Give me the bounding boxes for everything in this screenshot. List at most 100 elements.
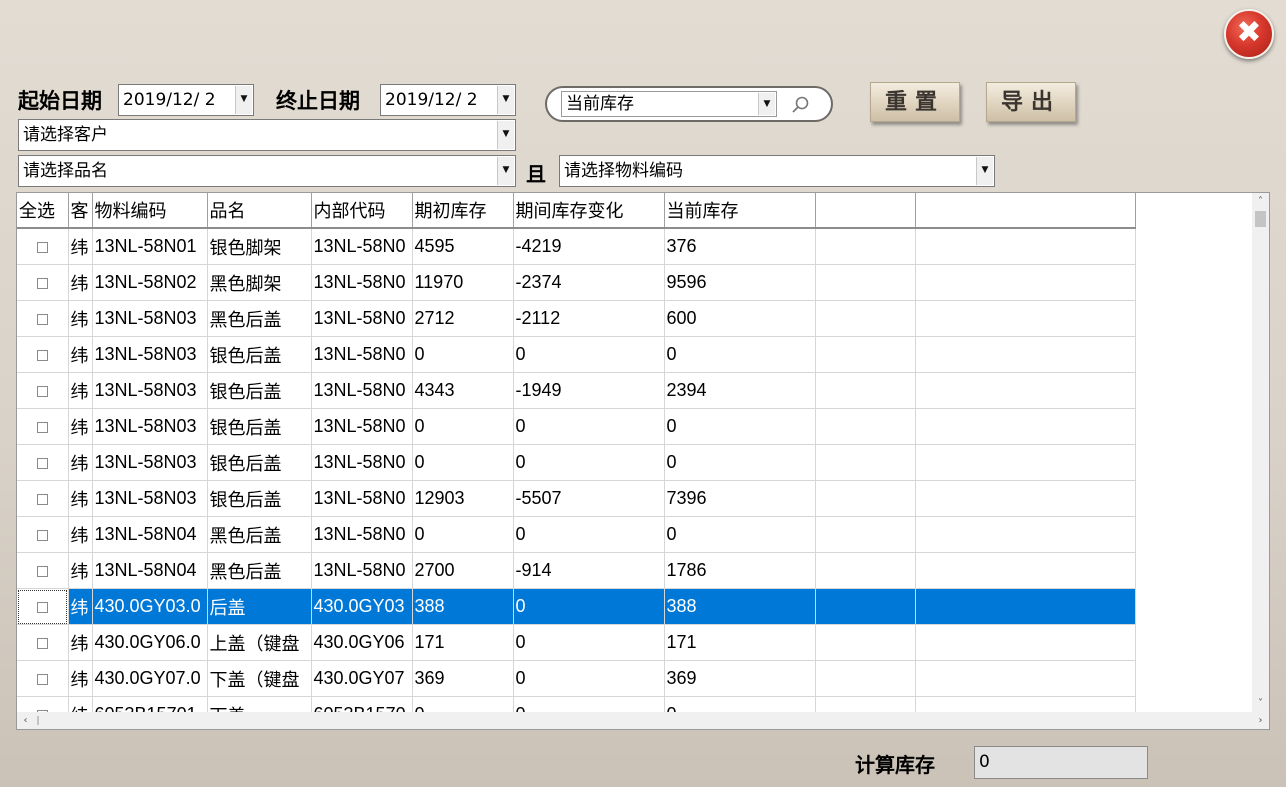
row-checkbox-cell[interactable]	[17, 660, 69, 697]
table-row[interactable]: 纬 430.0GY03.0 后盖 430.0GY03 388 0 388	[17, 588, 1136, 625]
cell-name: 银色后盖	[207, 480, 312, 517]
cell-c: 纬	[68, 588, 93, 625]
cell-open: 0	[412, 336, 514, 373]
chevron-down-icon[interactable]: ▼	[235, 86, 252, 114]
table-row[interactable]: 纬 13NL-58N03 银色后盖 13NL-58N0 0 0 0	[17, 444, 1136, 481]
scroll-left-icon[interactable]: ‹	[17, 712, 34, 729]
search-icon[interactable]	[791, 95, 811, 115]
chevron-down-icon[interactable]: ▼	[758, 93, 775, 115]
row-checkbox-cell[interactable]	[17, 336, 69, 373]
cell-change: -1949	[513, 372, 665, 409]
cell-name: 银色后盖	[207, 408, 312, 445]
column-header[interactable]	[915, 193, 1136, 229]
cell-code: 13NL-58N03	[92, 408, 208, 445]
cell-c: 纬	[68, 408, 93, 445]
select-all-header[interactable]: 全选	[17, 193, 69, 229]
column-header[interactable]: 物料编码	[92, 193, 208, 229]
column-header[interactable]	[815, 193, 916, 229]
end-date-label: 终止日期	[276, 88, 360, 113]
customer-select[interactable]: 请选择客户 ▼	[18, 119, 516, 151]
row-checkbox[interactable]	[36, 493, 48, 505]
row-checkbox-cell[interactable]	[17, 624, 69, 661]
row-checkbox[interactable]	[36, 457, 48, 469]
row-checkbox[interactable]	[36, 277, 48, 289]
table-row[interactable]: 纬 13NL-58N03 银色后盖 13NL-58N0 12903 -5507 7396	[17, 480, 1136, 517]
row-checkbox-cell[interactable]	[17, 372, 69, 409]
row-checkbox[interactable]	[36, 637, 48, 649]
table-row[interactable]: 纬 13NL-58N04 黑色后盖 13NL-58N0 2700 -914 1786	[17, 552, 1136, 589]
row-checkbox[interactable]	[36, 241, 48, 253]
header-row: 全选客物料编码 品名 内部代码 期初库存 期间库存变化 当前库存	[17, 193, 1136, 229]
reset-button[interactable]: 重置	[870, 82, 960, 122]
scroll-thumb-h[interactable]	[37, 716, 39, 725]
table-row[interactable]: 纬 13NL-58N03 银色后盖 13NL-58N0 4343 -1949 2394	[17, 372, 1136, 409]
row-checkbox[interactable]	[36, 565, 48, 577]
material-select[interactable]: 请选择物料编码 ▼	[559, 155, 995, 187]
column-header[interactable]: 品名	[207, 193, 312, 229]
chevron-down-icon[interactable]: ▼	[497, 86, 514, 114]
row-checkbox[interactable]	[36, 385, 48, 397]
cell-open: 4343	[412, 372, 514, 409]
close-button[interactable]: ✖	[1224, 9, 1274, 59]
column-header[interactable]: 客	[68, 193, 93, 229]
table-row[interactable]: 纬 13NL-58N02 黑色脚架 13NL-58N0 11970 -2374 9596	[17, 264, 1136, 301]
inventory-grid[interactable]: 全选客物料编码 品名 内部代码 期初库存 期间库存变化 当前库存 纬 13NL-58N01 银…	[16, 192, 1270, 730]
table-row[interactable]: 纬 430.0GY07.0 下盖（键盘 430.0GY07 369 0 369	[17, 660, 1136, 697]
export-button[interactable]: 导出	[986, 82, 1076, 122]
row-checkbox[interactable]	[36, 349, 48, 361]
cell-open: 11970	[412, 264, 514, 301]
row-checkbox[interactable]	[36, 601, 48, 613]
scroll-right-icon[interactable]: ›	[1252, 712, 1269, 729]
column-header[interactable]: 期间库存变化	[513, 193, 665, 229]
table-row[interactable]: 纬 13NL-58N03 银色后盖 13NL-58N0 0 0 0	[17, 408, 1136, 445]
start-date-picker[interactable]: 2019/12/ 2 ▼	[118, 84, 254, 116]
chevron-down-icon[interactable]: ▼	[497, 157, 514, 185]
cell-open: 2700	[412, 552, 514, 589]
stock-type-search: 当前库存 ▼	[545, 86, 833, 122]
table-row[interactable]: 纬 13NL-58N01 银色脚架 13NL-58N0 4595 -4219 376	[17, 228, 1136, 265]
row-checkbox-cell[interactable]	[17, 444, 69, 481]
row-checkbox-cell[interactable]	[17, 228, 69, 265]
row-checkbox-cell[interactable]	[17, 552, 69, 589]
vertical-scrollbar[interactable]: ˄ ˅	[1252, 193, 1269, 712]
cell-inner: 430.0GY07	[311, 660, 413, 697]
row-checkbox-cell[interactable]	[17, 516, 69, 553]
chevron-down-icon[interactable]: ▼	[497, 121, 514, 149]
row-checkbox-cell[interactable]	[17, 300, 69, 337]
row-checkbox[interactable]	[36, 421, 48, 433]
table-row[interactable]: 纬 13NL-58N04 黑色后盖 13NL-58N0 0 0 0	[17, 516, 1136, 553]
chevron-down-icon[interactable]: ▼	[976, 157, 993, 185]
table-row[interactable]: 纬 430.0GY06.0 上盖（键盘 430.0GY06 171 0 171	[17, 624, 1136, 661]
end-date-picker[interactable]: 2019/12/ 2 ▼	[380, 84, 516, 116]
scroll-up-icon[interactable]: ˄	[1252, 193, 1269, 210]
column-header[interactable]: 当前库存	[664, 193, 816, 229]
row-checkbox[interactable]	[36, 673, 48, 685]
cell-c: 纬	[68, 624, 93, 661]
scroll-down-icon[interactable]: ˅	[1252, 695, 1269, 712]
cell-code: 13NL-58N04	[92, 552, 208, 589]
column-header[interactable]: 内部代码	[311, 193, 413, 229]
row-checkbox-cell[interactable]	[17, 408, 69, 445]
product-select[interactable]: 请选择品名 ▼	[18, 155, 516, 187]
row-checkbox-cell[interactable]	[17, 588, 69, 625]
row-checkbox[interactable]	[36, 313, 48, 325]
cell-code: 13NL-58N03	[92, 480, 208, 517]
row-checkbox-cell[interactable]	[17, 264, 69, 301]
cell-cur: 369	[664, 660, 816, 697]
table-row[interactable]: 纬 13NL-58N03 黑色后盖 13NL-58N0 2712 -2112 600	[17, 300, 1136, 337]
row-checkbox-cell[interactable]	[17, 480, 69, 517]
cell-change: 0	[513, 444, 665, 481]
cell-open: 0	[412, 408, 514, 445]
cell-code: 13NL-58N04	[92, 516, 208, 553]
cell-open: 369	[412, 660, 514, 697]
column-header[interactable]: 期初库存	[412, 193, 514, 229]
horizontal-scrollbar[interactable]: ‹ ›	[17, 712, 1269, 729]
scroll-thumb[interactable]	[1255, 211, 1266, 227]
table-row[interactable]: 纬 13NL-58N03 银色后盖 13NL-58N0 0 0 0	[17, 336, 1136, 373]
stock-type-select[interactable]: 当前库存 ▼	[561, 91, 777, 117]
calc-stock-field[interactable]: 0	[974, 746, 1148, 779]
cell-c: 纬	[68, 660, 93, 697]
row-checkbox[interactable]	[36, 529, 48, 541]
cell-empty	[815, 516, 916, 553]
cell-cur: 2394	[664, 372, 816, 409]
